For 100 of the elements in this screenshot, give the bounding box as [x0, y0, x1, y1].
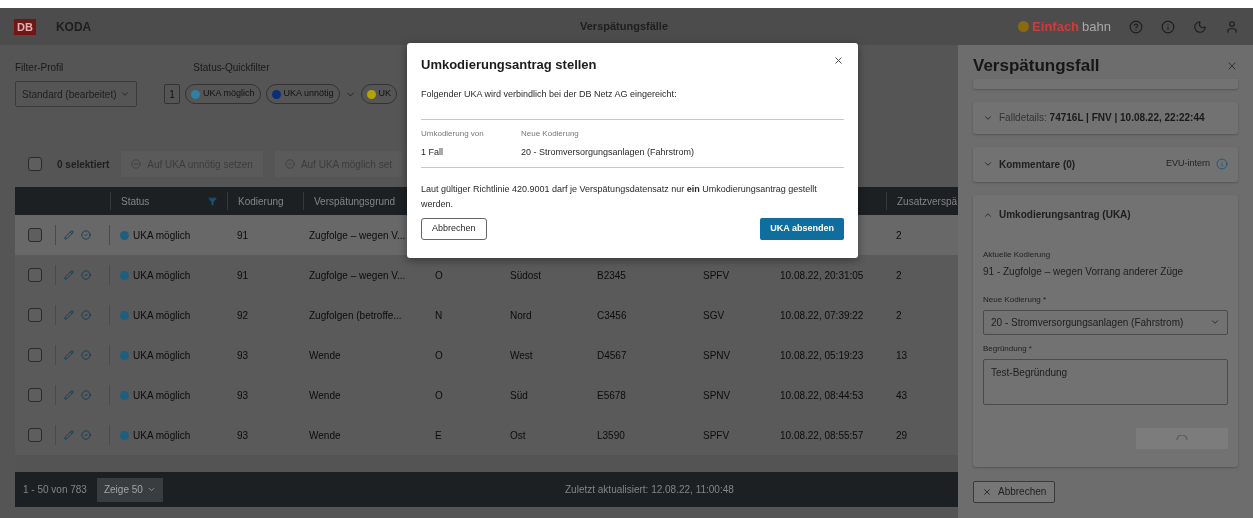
table-cell-text: UKA möglich	[133, 268, 191, 283]
chevron-icon	[120, 89, 130, 99]
table-cell: 10.08.22, 08:44:53	[780, 389, 864, 401]
column-header[interactable]: Verspätungsgrund	[314, 193, 396, 209]
table-cell-text: UKA möglich	[133, 228, 191, 243]
table-cell: 10.08.22, 05:19:23	[780, 349, 864, 361]
field-label: Neue Kodierung *	[983, 293, 1048, 306]
table-cell: Südost	[510, 269, 542, 281]
table-cell: Ost	[510, 429, 526, 441]
table-cell: L3590	[597, 429, 625, 441]
chevron-icon	[1210, 317, 1220, 327]
table-cell: 2	[896, 309, 902, 321]
field-value: 20 - Stromversorgungsanlagen (Fahrstrom)	[521, 146, 695, 159]
table-cell: 10.08.22, 08:55:57	[780, 429, 864, 441]
pencil-icon[interactable]	[64, 390, 74, 400]
table-cell: 2	[896, 229, 902, 241]
tag-label: EVU-intern	[1166, 157, 1210, 171]
check-circle-icon[interactable]	[81, 230, 91, 240]
table-cell: 13	[896, 349, 908, 361]
column-header[interactable]: Status	[121, 193, 150, 209]
table-cell: Nord	[510, 309, 532, 321]
field-label: Umkodierung von	[421, 128, 485, 140]
submit-button[interactable]: UKA absenden	[760, 217, 844, 240]
table-cell: 91	[237, 269, 249, 281]
table-cell: SPFV	[703, 269, 730, 281]
table-cell: West	[510, 349, 533, 361]
table-cell: N	[435, 309, 443, 321]
field-value: 1 Fall	[421, 146, 444, 159]
accordion-header[interactable]: Umkodierungsantrag (UKA)	[983, 194, 1228, 235]
field-label: Filter-Profil	[15, 61, 64, 75]
table-cell: 2	[896, 269, 902, 281]
pencil-icon[interactable]	[64, 230, 74, 240]
table-cell: Zugfolgen (betroffe...	[309, 309, 402, 321]
checkbox[interactable]	[28, 388, 42, 402]
table-cell: SPNV	[703, 349, 731, 361]
user-icon[interactable]	[1225, 19, 1239, 34]
table-cell: SGV	[703, 309, 725, 321]
table-cell: SPFV	[703, 429, 730, 441]
submit-button[interactable]	[1136, 427, 1228, 449]
current-coding: 91 - Zugfolge – wegen Vorrang anderer Züge	[983, 264, 1185, 279]
checkbox[interactable]	[28, 428, 42, 442]
checkbox[interactable]	[28, 228, 42, 242]
column-header[interactable]: Kodierung	[238, 193, 284, 209]
pencil-icon[interactable]	[64, 270, 74, 280]
check-circle-icon[interactable]	[81, 270, 91, 280]
check-circle-icon[interactable]	[81, 310, 91, 320]
moon-icon[interactable]	[1193, 19, 1207, 34]
table-cell: D4567	[597, 349, 627, 361]
table-cell: O	[435, 389, 443, 401]
checkbox[interactable]	[28, 348, 42, 362]
table-cell: Zugfolge – wegen V...	[309, 229, 406, 241]
table-row[interactable]: UKA möglich 91 Zugfolge – wegen V... O Südost B2345 SPFV 10.08.22, 20:31:05 2	[15, 255, 958, 295]
checkbox[interactable]	[28, 268, 42, 282]
check-circle-icon[interactable]	[81, 430, 91, 440]
page-size-select[interactable]: Zeige 50	[96, 477, 163, 502]
close-icon[interactable]	[833, 55, 844, 66]
page-range: 1 - 50 von 783	[23, 483, 87, 497]
count-badge: 1	[164, 84, 180, 104]
info-icon[interactable]	[1216, 158, 1228, 170]
table-cell: 93	[237, 389, 249, 401]
info-icon[interactable]	[1161, 19, 1175, 34]
column-header[interactable]: Zusatzverspä	[897, 193, 958, 209]
checkbox[interactable]	[28, 308, 42, 322]
sun-icon	[1018, 21, 1030, 32]
filter-icon[interactable]	[208, 196, 217, 206]
table-cell: Wende	[309, 429, 341, 441]
brand: Einfach bahn	[1018, 16, 1111, 37]
table-cell: Zugfolge – wegen V...	[309, 269, 406, 281]
pencil-icon[interactable]	[64, 350, 74, 360]
table-cell: B2345	[597, 269, 626, 281]
accordion-header[interactable]: Falldetails: 74716L | FNV | 10.08.22, 22:22:44	[973, 101, 1238, 134]
table-cell: Süd	[510, 389, 528, 401]
check-circle-icon[interactable]	[81, 350, 91, 360]
help-icon[interactable]	[1129, 19, 1143, 34]
pencil-icon[interactable]	[64, 430, 74, 440]
coding-select[interactable]: 20 - Stromversorgungsanlagen (Fahrstrom)	[983, 309, 1228, 335]
chevron-icon	[146, 485, 156, 494]
table-cell: 92	[237, 309, 249, 321]
pencil-icon[interactable]	[64, 310, 74, 320]
check-circle-icon[interactable]	[81, 390, 91, 400]
table-cell: E5678	[597, 389, 626, 401]
table-cell: 93	[237, 349, 249, 361]
table-cell: Wende	[309, 349, 341, 361]
table-cell: O	[435, 349, 443, 361]
cancel-button[interactable]: Abbrechen	[973, 480, 1056, 503]
table-cell: 29	[896, 429, 908, 441]
table-row[interactable]: UKA möglich 93 Wende E Ost L3590 SPFV 10.08.22, 08:55:57 29	[15, 415, 958, 455]
field-label: Begründung *	[983, 342, 1033, 355]
table-row[interactable]: UKA möglich 92 Zugfolgen (betroffe... N Nord C3456 SGV 10.08.22, 07:39:22 2	[15, 295, 958, 335]
reason-field[interactable]: Test-Begründung	[983, 358, 1228, 405]
dialog-title: Umkodierungsantrag stellen	[421, 56, 597, 74]
checkbox[interactable]	[28, 157, 42, 171]
table-cell: E	[435, 429, 442, 441]
table-row[interactable]: UKA möglich 93 Wende O West D4567 SPNV 10.08.22, 05:19:23 13	[15, 335, 958, 375]
table-cell: C3456	[597, 309, 627, 321]
chevron-icon	[983, 159, 993, 169]
logo: DB	[14, 18, 36, 35]
accordion-header[interactable]: Kommentare (0)	[983, 156, 1076, 172]
cancel-button[interactable]: Abbrechen	[421, 217, 487, 240]
table-row[interactable]: UKA möglich 93 Wende O Süd E5678 SPNV 10.08.22, 08:44:53 43	[15, 375, 958, 415]
